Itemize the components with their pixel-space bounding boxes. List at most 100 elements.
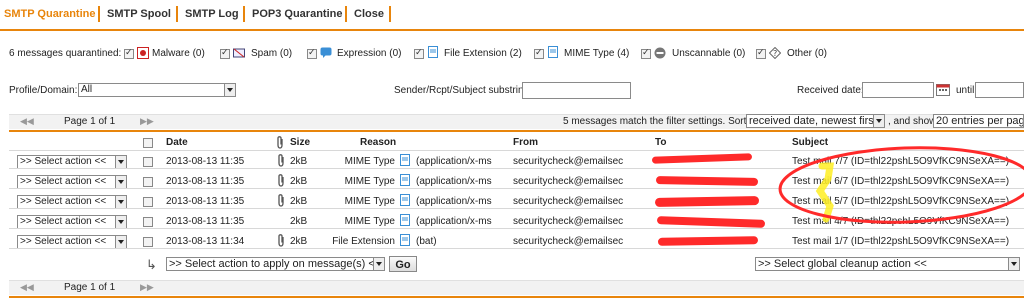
tab-smtp-quarantine[interactable]: SMTP Quarantine xyxy=(4,8,95,20)
malware-filter-checkbox[interactable] xyxy=(124,47,134,59)
show-label: , and show xyxy=(888,116,937,127)
tab-underline xyxy=(0,29,1024,31)
document-icon xyxy=(400,194,410,206)
chevron-down-icon xyxy=(115,216,126,228)
bottom-pager-bar xyxy=(9,280,1024,295)
row-checkbox[interactable] xyxy=(143,157,153,167)
global-cleanup-select[interactable]: >> Select global cleanup action << xyxy=(755,257,1020,271)
paperclip-icon xyxy=(277,136,283,149)
column-to[interactable]: To xyxy=(655,137,666,148)
annotation-highlight xyxy=(778,146,1024,224)
row-action-select[interactable]: >> Select action << xyxy=(17,175,127,189)
tab-smtp-log[interactable]: SMTP Log xyxy=(185,8,239,20)
row-size: 2kB xyxy=(290,176,308,187)
arrow-return-icon: ↳ xyxy=(146,257,157,272)
other-filter-label: Other (0) xyxy=(787,48,828,59)
column-size[interactable]: Size xyxy=(290,137,310,148)
other-icon: ? xyxy=(769,47,781,59)
last-page-icon[interactable]: ▶▶ xyxy=(140,282,154,293)
row-date: 2013-08-13 11:35 xyxy=(166,216,245,227)
row-reason: MIME Type xyxy=(344,196,395,207)
profile-domain-label: Profile/Domain: xyxy=(9,85,78,96)
row-reason-detail: (application/x-ms xyxy=(416,216,492,227)
row-size: 2kB xyxy=(290,216,308,227)
tab-bar: SMTP Quarantine SMTP Spool SMTP Log POP3… xyxy=(0,0,1024,31)
row-action-select[interactable]: >> Select action << xyxy=(17,195,127,209)
row-checkbox[interactable] xyxy=(143,197,153,207)
row-reason: MIME Type xyxy=(344,156,395,167)
document-icon xyxy=(400,154,410,166)
paperclip-icon xyxy=(278,234,284,247)
document-icon xyxy=(400,214,410,226)
quarantine-count: 6 messages quarantined: xyxy=(9,48,122,59)
row-checkbox[interactable] xyxy=(143,177,153,187)
entries-per-page-select[interactable]: 20 entries per page xyxy=(933,114,1024,128)
row-action-value: >> Select action << xyxy=(20,216,107,227)
calendar-icon[interactable] xyxy=(936,83,950,96)
tab-separator xyxy=(389,6,391,22)
tab-close[interactable]: Close xyxy=(354,8,384,20)
page-indicator: Page 1 of 1 xyxy=(64,282,116,293)
entries-per-page-value: 20 entries per page xyxy=(936,115,1024,127)
row-action-select[interactable]: >> Select action << xyxy=(17,215,127,229)
row-checkbox[interactable] xyxy=(143,237,153,247)
paperclip-icon xyxy=(278,194,284,207)
spam-filter-checkbox[interactable] xyxy=(220,47,230,59)
expression-filter-checkbox[interactable] xyxy=(307,47,317,59)
bulk-action-select[interactable]: >> Select action to apply on message(s) … xyxy=(166,257,385,271)
go-button[interactable]: Go xyxy=(389,256,417,272)
last-page-icon[interactable]: ▶▶ xyxy=(140,116,154,127)
chevron-down-icon xyxy=(873,115,884,127)
tab-separator xyxy=(345,6,347,22)
column-reason[interactable]: Reason xyxy=(360,137,396,148)
tab-smtp-spool[interactable]: SMTP Spool xyxy=(107,8,171,20)
chevron-down-icon xyxy=(373,258,384,270)
paperclip-icon xyxy=(278,154,284,167)
file-extension-icon xyxy=(428,46,438,58)
row-reason: MIME Type xyxy=(344,216,395,227)
malware-icon xyxy=(137,47,149,59)
row-from: securitycheck@emailsec xyxy=(513,216,624,227)
document-icon xyxy=(400,234,410,246)
mime-type-filter-checkbox[interactable] xyxy=(534,47,544,59)
row-from: securitycheck@emailsec xyxy=(513,236,624,247)
other-filter-checkbox[interactable] xyxy=(756,47,766,59)
profile-domain-select[interactable]: All xyxy=(78,83,236,97)
sort-select[interactable]: received date, newest first xyxy=(746,114,885,128)
substring-label: Sender/Rcpt/Subject substring: xyxy=(394,85,532,96)
document-icon xyxy=(400,174,410,186)
column-date[interactable]: Date xyxy=(166,137,188,148)
file-extension-filter-checkbox[interactable] xyxy=(414,47,424,59)
chevron-down-icon xyxy=(1008,258,1019,270)
received-date-until-input[interactable] xyxy=(975,82,1024,98)
row-checkbox[interactable] xyxy=(143,217,153,227)
first-page-icon[interactable]: ◀◀ xyxy=(20,282,34,293)
expression-filter-label: Expression (0) xyxy=(337,48,402,59)
row-from: securitycheck@emailsec xyxy=(513,176,624,187)
profile-domain-value: All xyxy=(81,84,93,95)
column-from[interactable]: From xyxy=(513,137,538,148)
row-from: securitycheck@emailsec xyxy=(513,196,624,207)
row-divider xyxy=(9,248,1024,249)
row-action-value: >> Select action << xyxy=(20,156,107,167)
match-count-text: 5 messages match the filter settings. So… xyxy=(563,116,760,127)
paperclip-icon xyxy=(278,174,284,187)
received-date-from-input[interactable] xyxy=(862,82,934,98)
row-from: securitycheck@emailsec xyxy=(513,156,624,167)
sort-value: received date, newest first xyxy=(749,115,877,127)
row-date: 2013-08-13 11:35 xyxy=(166,196,245,207)
expression-icon xyxy=(320,47,332,58)
substring-input[interactable] xyxy=(522,82,631,99)
unscannable-filter-checkbox[interactable] xyxy=(641,47,651,59)
chevron-down-icon xyxy=(115,156,126,168)
select-all-checkbox[interactable] xyxy=(143,138,153,148)
first-page-icon[interactable]: ◀◀ xyxy=(20,116,34,127)
table-bottom-border xyxy=(9,296,1024,298)
tab-pop3-quarantine[interactable]: POP3 Quarantine xyxy=(252,8,342,20)
redaction-mark xyxy=(655,176,759,186)
row-action-select[interactable]: >> Select action << xyxy=(17,155,127,169)
chevron-down-icon xyxy=(115,236,126,248)
tab-separator xyxy=(98,6,100,22)
row-action-value: >> Select action << xyxy=(20,176,107,187)
row-action-select[interactable]: >> Select action << xyxy=(17,235,127,249)
